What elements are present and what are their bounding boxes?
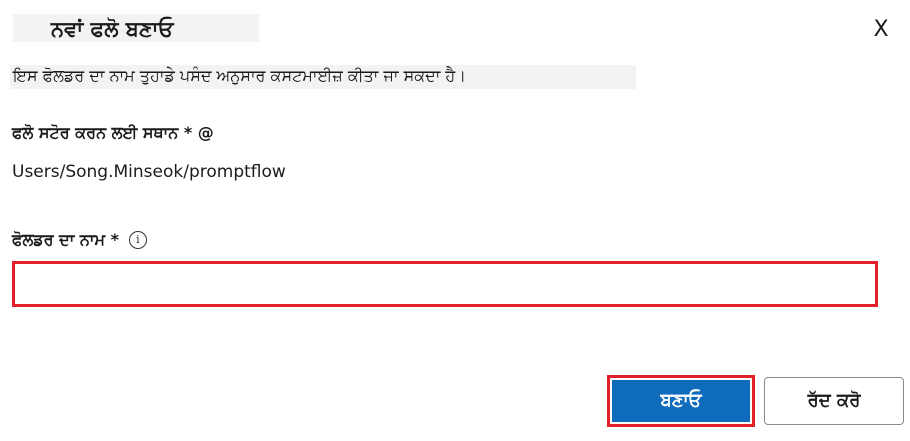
dialog-title-bar: ਨਵਾਂ ਫਲੋ ਬਣਾਓ (13, 14, 259, 42)
create-button-label: ਬਣਾਓ (612, 380, 750, 422)
dialog-description: ਇਸ ਫੋਲਡਰ ਦਾ ਨਾਮ ਤੁਹਾਡੇ ਪਸੰਦ ਅਨੁਸਾਰ ਕਸਟਮਾ… (10, 65, 636, 89)
location-value: Users/Song.Minseok/promptflow (12, 162, 286, 182)
dialog-title: ਨਵਾਂ ਫਲੋ ਬਣਾਓ (51, 17, 174, 41)
create-button[interactable]: ਬਣਾਓ (607, 375, 755, 427)
create-flow-dialog: ਨਵਾਂ ਫਲੋ ਬਣਾਓ X ਇਸ ਫੋਲਡਰ ਦਾ ਨਾਮ ਤੁਹਾਡੇ ਪ… (0, 0, 910, 441)
folder-name-input[interactable] (12, 261, 878, 307)
folder-name-label: ਫੋਲਡਰ ਦਾ ਨਾਮ * (12, 230, 119, 249)
folder-name-label-row: ਫੋਲਡਰ ਦਾ ਨਾਮ * i (12, 227, 147, 253)
info-icon[interactable]: i (128, 231, 147, 249)
cancel-button[interactable]: ਰੱਦ ਕਰੋ (764, 377, 904, 425)
close-button[interactable]: X (868, 15, 894, 45)
location-label: ਫਲੋ ਸਟੋਰ ਕਰਨ ਲਈ ਸਥਾਨ * @ (12, 123, 214, 142)
